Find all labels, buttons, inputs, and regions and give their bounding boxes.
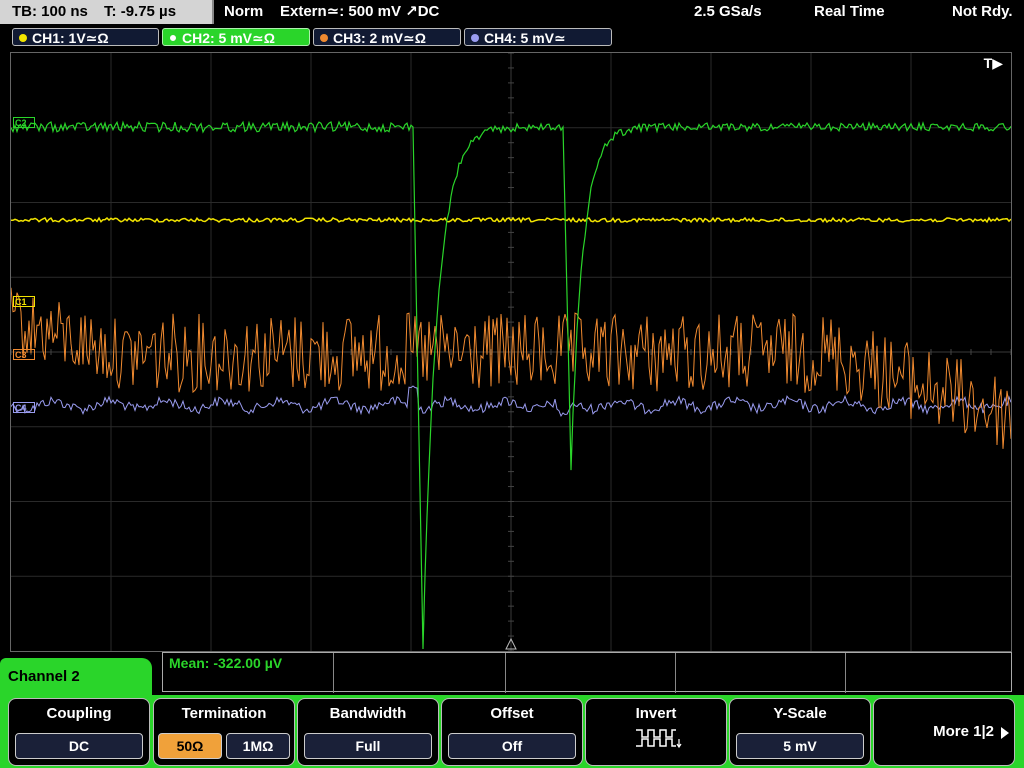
measurement-divider — [675, 653, 676, 693]
channel-4-tab-label: CH4: 5 mV≃ — [484, 30, 566, 46]
termination-50-ohm-option[interactable]: 50Ω — [158, 733, 222, 759]
channel-2-tab-label: CH2: 5 mV≃Ω — [182, 30, 275, 46]
measurement-divider — [505, 653, 506, 693]
channel-1-tab-label: CH1: 1V≃Ω — [32, 30, 109, 46]
invert-waveform-icon — [636, 729, 682, 749]
waveform-canvas — [11, 53, 1011, 651]
measurement-bar: Mean: -322.00 µV — [162, 652, 1012, 693]
menu-title: Channel 2 — [8, 668, 80, 685]
coupling-title: Coupling — [46, 705, 112, 722]
measurement-divider — [845, 653, 846, 693]
coupling-softkey[interactable]: Coupling DC — [8, 698, 150, 766]
channel-3-offset-marker[interactable]: C3 — [13, 349, 35, 360]
channel-1-offset-marker[interactable]: C1 — [13, 296, 35, 307]
trigger-position-marker[interactable]: T▶ — [984, 55, 1003, 72]
channel-4-tab[interactable]: CH4: 5 mV≃ — [464, 28, 612, 46]
more-label: More 1|2 — [933, 723, 994, 740]
channel-1-dot-icon — [19, 34, 27, 43]
trigger-mode-label[interactable]: Norm — [224, 0, 263, 24]
channel-1-tab[interactable]: CH1: 1V≃Ω — [12, 28, 159, 46]
arrow-right-icon — [1001, 727, 1009, 739]
more-softkey[interactable]: More 1|2 — [873, 698, 1015, 766]
termination-1m-ohm-option[interactable]: 1MΩ — [226, 733, 290, 759]
mean-measurement: Mean: -322.00 µV — [169, 655, 283, 671]
waveform-display[interactable]: T▶ C2 C1 C3 C4 — [10, 52, 1012, 652]
sample-rate-label: 2.5 GSa/s — [694, 3, 762, 20]
channel-2-dot-icon — [169, 34, 177, 43]
channel-3-tab[interactable]: CH3: 2 mV≃Ω — [313, 28, 461, 46]
y-scale-softkey[interactable]: Y-Scale 5 mV — [729, 698, 871, 766]
bandwidth-title: Bandwidth — [329, 705, 407, 722]
coupling-value[interactable]: DC — [15, 733, 143, 759]
y-scale-value[interactable]: 5 mV — [736, 733, 864, 759]
termination-title: Termination — [181, 705, 267, 722]
channel-4-offset-marker[interactable]: C4 — [13, 402, 35, 413]
channel-3-dot-icon — [320, 34, 328, 43]
menu-title-tab: Channel 2 — [0, 658, 152, 698]
offset-title: Offset — [490, 705, 534, 722]
offset-value[interactable]: Off — [448, 733, 576, 759]
y-scale-title: Y-Scale — [773, 705, 827, 722]
invert-softkey[interactable]: Invert — [585, 698, 727, 766]
channel-3-tab-label: CH3: 2 mV≃Ω — [333, 30, 426, 46]
channel-2-tab[interactable]: CH2: 5 mV≃Ω — [162, 28, 310, 46]
termination-softkey[interactable]: Termination 50Ω 1MΩ — [153, 698, 295, 766]
channel-4-dot-icon — [471, 34, 479, 43]
offset-softkey[interactable]: Offset Off — [441, 698, 583, 766]
trigger-source-label[interactable]: Extern≃: 500 mV ↗DC — [280, 0, 439, 24]
status-bar: TB: 100 ns T: -9.75 µs Norm Extern≃: 500… — [0, 0, 1024, 24]
trigger-time-label: T: -9.75 µs — [104, 3, 177, 20]
acquisition-state-label: Not Rdy. — [952, 3, 1013, 20]
acquisition-mode-label: Real Time — [814, 3, 885, 20]
measurement-divider — [333, 653, 334, 693]
bandwidth-value[interactable]: Full — [304, 733, 432, 759]
channel-2-offset-marker[interactable]: C2 — [13, 117, 35, 128]
timebase-box[interactable]: TB: 100 ns T: -9.75 µs — [0, 0, 214, 24]
invert-title: Invert — [635, 705, 677, 722]
timebase-label: TB: 100 ns — [12, 3, 88, 20]
bandwidth-softkey[interactable]: Bandwidth Full — [297, 698, 439, 766]
